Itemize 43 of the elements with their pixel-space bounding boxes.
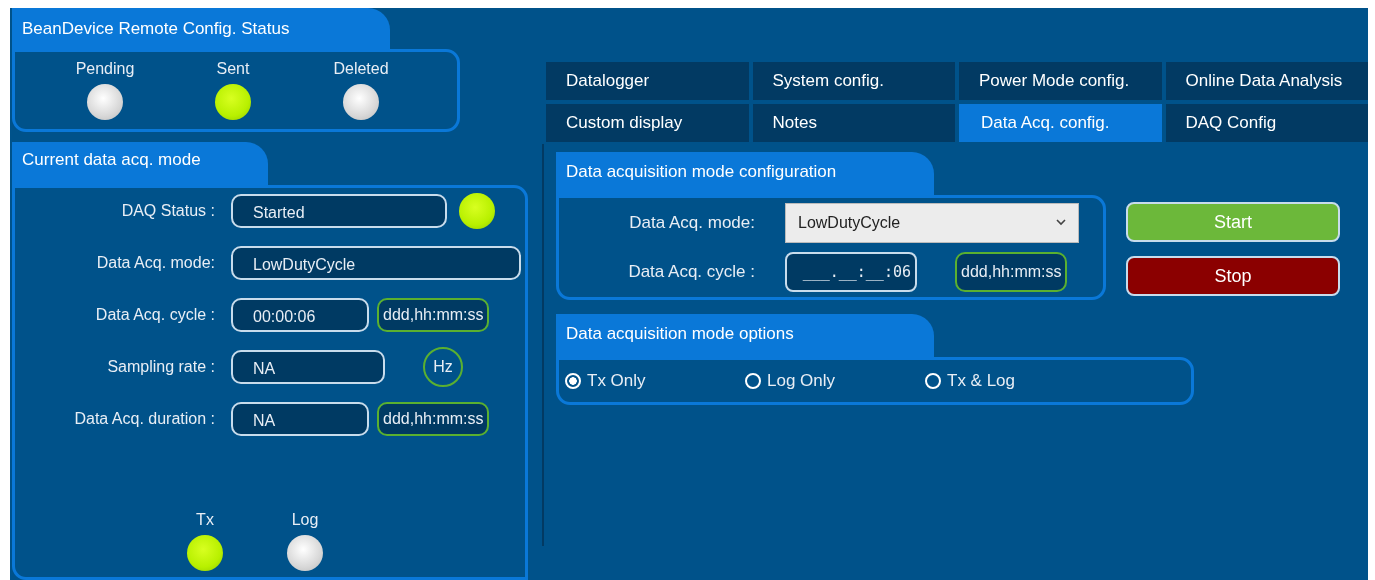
radio-button[interactable] [925, 373, 941, 389]
radio-option[interactable]: Tx & Log [925, 371, 1105, 391]
indicator-label: Pending [75, 60, 135, 78]
value-field: NA [231, 350, 385, 384]
unit-label: ddd,hh:mm:ss [955, 252, 1068, 293]
stop-button[interactable]: Stop [1126, 256, 1340, 296]
field-label: Data Acq. cycle : [94, 306, 216, 324]
radio-button[interactable] [565, 373, 581, 389]
tab[interactable]: Notes [752, 104, 955, 142]
cycle-input[interactable]: ___.__:__:06 [785, 252, 917, 293]
field-label: Data Acq. cycle : [627, 262, 756, 283]
tab[interactable]: Custom display [546, 104, 749, 142]
unit-label: ddd,hh:mm:ss [377, 298, 490, 332]
field-label: DAQ Status : [120, 202, 216, 220]
indicator-label: Log [291, 511, 319, 529]
tab[interactable]: DAQ Config [1165, 104, 1368, 142]
value-field: Started [231, 194, 447, 228]
tab[interactable]: Datalogger [546, 62, 749, 100]
value-field: LowDutyCycle [231, 246, 521, 280]
field-label: Data Acq. mode: [95, 254, 216, 272]
unit-label: Hz [423, 347, 463, 387]
tab[interactable]: Power Mode config. [959, 62, 1162, 100]
indicator-label: Deleted [333, 60, 389, 78]
value-field: NA [231, 402, 369, 436]
tab[interactable]: System config. [752, 62, 955, 100]
radio-option[interactable]: Log Only [745, 371, 925, 391]
panel-header: BeanDevice Remote Config. Status [12, 8, 390, 52]
field-label: Data Acq. mode: [628, 212, 756, 233]
field-label: Data Acq. duration : [73, 410, 216, 428]
value-field: 00:00:06 [231, 298, 369, 332]
mode-dropdown[interactable]: LowDutyCycle [785, 202, 1079, 243]
field-label: Sampling rate : [106, 358, 216, 376]
indicator-label: Tx [196, 511, 214, 529]
tab[interactable]: Online Data Analysis [1165, 62, 1368, 100]
panel-header: Data acquisition mode configuration [556, 152, 934, 198]
radio-option[interactable]: Tx Only [565, 371, 745, 391]
indicator-label: Sent [216, 60, 250, 78]
panel-header: Current data acq. mode [12, 142, 268, 188]
caret-icon [1056, 219, 1066, 227]
unit-label: ddd,hh:mm:ss [377, 402, 490, 436]
tab[interactable]: Data Acq. config. [959, 104, 1162, 142]
radio-button[interactable] [745, 373, 761, 389]
panel-header: Data acquisition mode options [556, 314, 934, 360]
